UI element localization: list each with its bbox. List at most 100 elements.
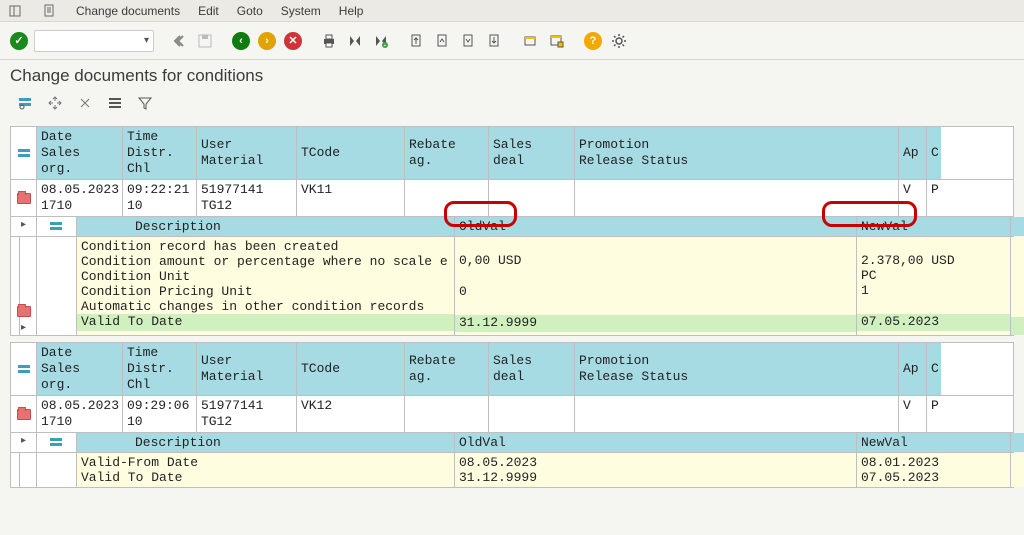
main-toolbar: ✓ ▾ ‹ › ✕ + ? xyxy=(0,22,1024,60)
detail-desc: Condition amount or percentage where no … xyxy=(77,254,454,269)
menu-goto[interactable]: Goto xyxy=(237,4,263,18)
detail-old: 31.12.9999 xyxy=(455,315,856,332)
detail-new: 07.05.2023 xyxy=(857,314,1010,331)
detail-old: 0,00 USD xyxy=(455,253,856,268)
nested-body: ▸ Condition record has been created Cond… xyxy=(11,237,1013,335)
page-up-icon[interactable] xyxy=(432,30,454,52)
th-tcode: TCode xyxy=(301,145,340,161)
col-selector-icon[interactable] xyxy=(11,343,37,395)
detail-old xyxy=(455,299,856,315)
detail-desc: Condition record has been created xyxy=(77,237,454,254)
svg-text:+: + xyxy=(384,43,387,49)
detail-old: 31.12.9999 xyxy=(455,470,856,487)
sub-toolbar xyxy=(0,92,1024,120)
detail-desc: Valid To Date xyxy=(77,470,454,487)
th-description: Description xyxy=(77,217,455,236)
back-first-button[interactable] xyxy=(168,30,190,52)
save-button[interactable] xyxy=(194,30,216,52)
change-doc-block-2: DateSales org. TimeDistr. Chl UserMateri… xyxy=(10,342,1014,488)
nav-back-button[interactable]: ‹ xyxy=(230,30,252,52)
accept-button[interactable]: ✓ xyxy=(8,30,30,52)
col-selector-icon[interactable] xyxy=(11,127,37,179)
th-release: Release Status xyxy=(579,153,688,169)
detail-desc: Valid To Date xyxy=(77,314,454,331)
th-date: Date xyxy=(41,129,72,145)
help-button[interactable]: ? xyxy=(582,30,604,52)
row-toggle[interactable]: ▸ xyxy=(11,433,37,452)
detail-old xyxy=(455,268,856,284)
new-window-icon[interactable] xyxy=(520,30,542,52)
nav-exit-button[interactable]: › xyxy=(256,30,278,52)
nested-header: ▸ Description OldVal NewVal xyxy=(11,217,1013,237)
layout-icon[interactable] xyxy=(546,30,568,52)
menu-edit[interactable]: Edit xyxy=(198,4,219,18)
page-title: Change documents for conditions xyxy=(0,60,1024,92)
table-header: DateSales org. TimeDistr. Chl UserMateri… xyxy=(11,127,1013,180)
th-salesorg: Sales org. xyxy=(41,145,118,177)
th-c: C xyxy=(931,145,939,161)
cell-material: TG12 xyxy=(201,198,232,214)
change-doc-block-1: DateSales org. TimeDistr. Chl UserMateri… xyxy=(10,126,1014,336)
cancel-button[interactable]: ✕ xyxy=(282,30,304,52)
th-newval: NewVal xyxy=(857,217,1011,236)
folder-icon[interactable] xyxy=(17,193,31,204)
detail-desc: Valid-From Date xyxy=(77,453,454,470)
menu-system[interactable]: System xyxy=(281,4,321,18)
detail-new: 1 xyxy=(857,283,1010,298)
th-salesdeal: Sales deal xyxy=(493,137,570,169)
expand-icon[interactable] xyxy=(44,92,66,114)
detail-new xyxy=(857,237,1010,253)
detail-new: 07.05.2023 xyxy=(857,470,1010,487)
cell-c: P xyxy=(931,182,939,198)
folder-icon[interactable] xyxy=(17,409,31,420)
nested-header: ▸ Description OldVal NewVal xyxy=(11,433,1013,453)
find-next-button[interactable]: + xyxy=(370,30,392,52)
detail-desc: Automatic changes in other condition rec… xyxy=(77,299,454,314)
command-field[interactable]: ▾ xyxy=(34,30,154,52)
th-promotion: Promotion xyxy=(579,137,649,153)
menu-change-documents[interactable]: Change documents xyxy=(76,4,180,18)
find-button[interactable] xyxy=(344,30,366,52)
cell-user: 51977141 xyxy=(201,182,263,198)
menu-bar: Change documents Edit Goto System Help xyxy=(0,0,1024,22)
page-down-icon[interactable] xyxy=(458,30,480,52)
th-time: Time xyxy=(127,129,158,145)
page-last-icon[interactable] xyxy=(484,30,506,52)
window-icon xyxy=(8,3,24,19)
th-rebate: Rebate ag. xyxy=(409,137,484,169)
cell-date: 08.05.2023 xyxy=(41,182,119,198)
settings-icon[interactable] xyxy=(608,30,630,52)
cell-salesorg: 1710 xyxy=(41,198,72,214)
detail-new: 2.378,00 USD xyxy=(857,253,1010,268)
th-oldval: OldVal xyxy=(455,217,857,236)
cell-time: 09:22:21 xyxy=(127,182,189,198)
table-row[interactable]: 08.05.20231710 09:29:0610 51977141TG12 V… xyxy=(11,396,1013,433)
nested-selector-icon[interactable] xyxy=(37,217,77,236)
document-icon xyxy=(42,3,58,19)
table-row[interactable]: 08.05.20231710 09:22:2110 51977141TG12 V… xyxy=(11,180,1013,217)
th-distr: Distr. Chl xyxy=(127,145,192,177)
th-ap: Ap xyxy=(903,145,919,161)
detail-new: PC xyxy=(857,268,1010,283)
menu-help[interactable]: Help xyxy=(339,4,364,18)
folder-icon[interactable] xyxy=(17,306,31,317)
detail-desc: Condition Unit xyxy=(77,269,454,284)
detail-new: 08.01.2023 xyxy=(857,453,1010,470)
row-toggle[interactable]: ▸ xyxy=(11,217,37,236)
th-user: User xyxy=(201,137,232,153)
detail-desc: Condition Pricing Unit xyxy=(77,284,454,299)
detail-old: 0 xyxy=(455,284,856,299)
detail-new xyxy=(857,298,1010,314)
filter-icon[interactable] xyxy=(14,92,36,114)
th-material: Material xyxy=(201,153,263,169)
print-button[interactable] xyxy=(318,30,340,52)
filter2-icon[interactable] xyxy=(134,92,156,114)
detail-old xyxy=(455,237,856,253)
collapse-icon[interactable] xyxy=(74,92,96,114)
page-first-icon[interactable] xyxy=(406,30,428,52)
cell-distr: 10 xyxy=(127,198,143,214)
cell-tcode: VK11 xyxy=(301,182,332,198)
cell-ap: V xyxy=(903,182,911,198)
detail-old: 08.05.2023 xyxy=(455,453,856,470)
lines-icon[interactable] xyxy=(104,92,126,114)
